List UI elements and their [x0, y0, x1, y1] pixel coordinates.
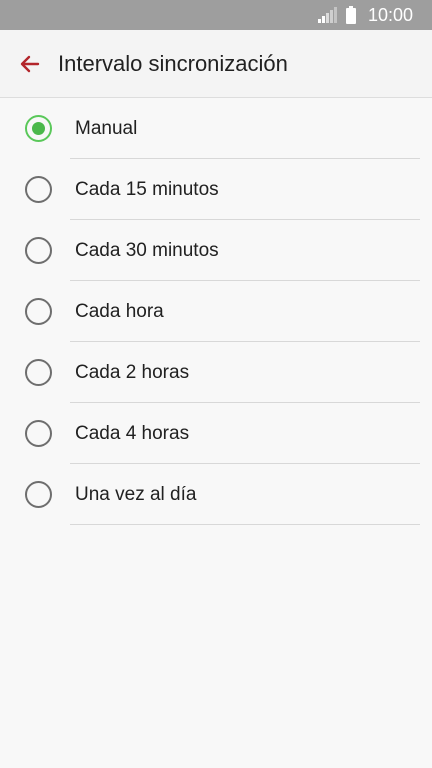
option-label: Cada 15 minutos: [75, 179, 219, 200]
option-label: Cada 30 minutos: [75, 240, 219, 261]
radio-dot: [32, 122, 45, 135]
back-button[interactable]: [10, 44, 50, 84]
radio-icon[interactable]: [25, 298, 52, 325]
option-30-minutes[interactable]: Cada 30 minutos: [0, 220, 432, 281]
back-arrow-icon: [20, 55, 40, 73]
option-once-a-day[interactable]: Una vez al día: [0, 464, 432, 525]
option-label: Cada 4 horas: [75, 423, 190, 444]
option-label: Cada 2 horas: [75, 362, 190, 383]
radio-icon[interactable]: [25, 481, 52, 508]
page-title: Intervalo sincronización: [58, 51, 288, 76]
status-bar: 10:00: [0, 0, 432, 30]
radio-icon[interactable]: [25, 420, 52, 447]
option-hourly[interactable]: Cada hora: [0, 281, 432, 342]
app-bar: Intervalo sincronización: [0, 30, 432, 98]
divider: [70, 524, 420, 525]
sync-interval-options: Manual Cada 15 minutos Cada 30 minutos C…: [0, 98, 432, 525]
option-2-hours[interactable]: Cada 2 horas: [0, 342, 432, 403]
signal-icon: [317, 7, 337, 23]
option-manual[interactable]: Manual: [0, 98, 432, 159]
battery-icon: [345, 6, 356, 24]
radio-icon[interactable]: [25, 176, 52, 203]
option-15-minutes[interactable]: Cada 15 minutos: [0, 159, 432, 220]
status-time: 10:00: [367, 5, 413, 25]
option-label: Cada hora: [75, 301, 164, 322]
option-label: Manual: [75, 118, 138, 139]
option-label: Una vez al día: [75, 484, 197, 505]
option-4-hours[interactable]: Cada 4 horas: [0, 403, 432, 464]
radio-icon[interactable]: [25, 237, 52, 264]
radio-icon[interactable]: [25, 359, 52, 386]
radio-selected-icon[interactable]: [25, 115, 52, 142]
